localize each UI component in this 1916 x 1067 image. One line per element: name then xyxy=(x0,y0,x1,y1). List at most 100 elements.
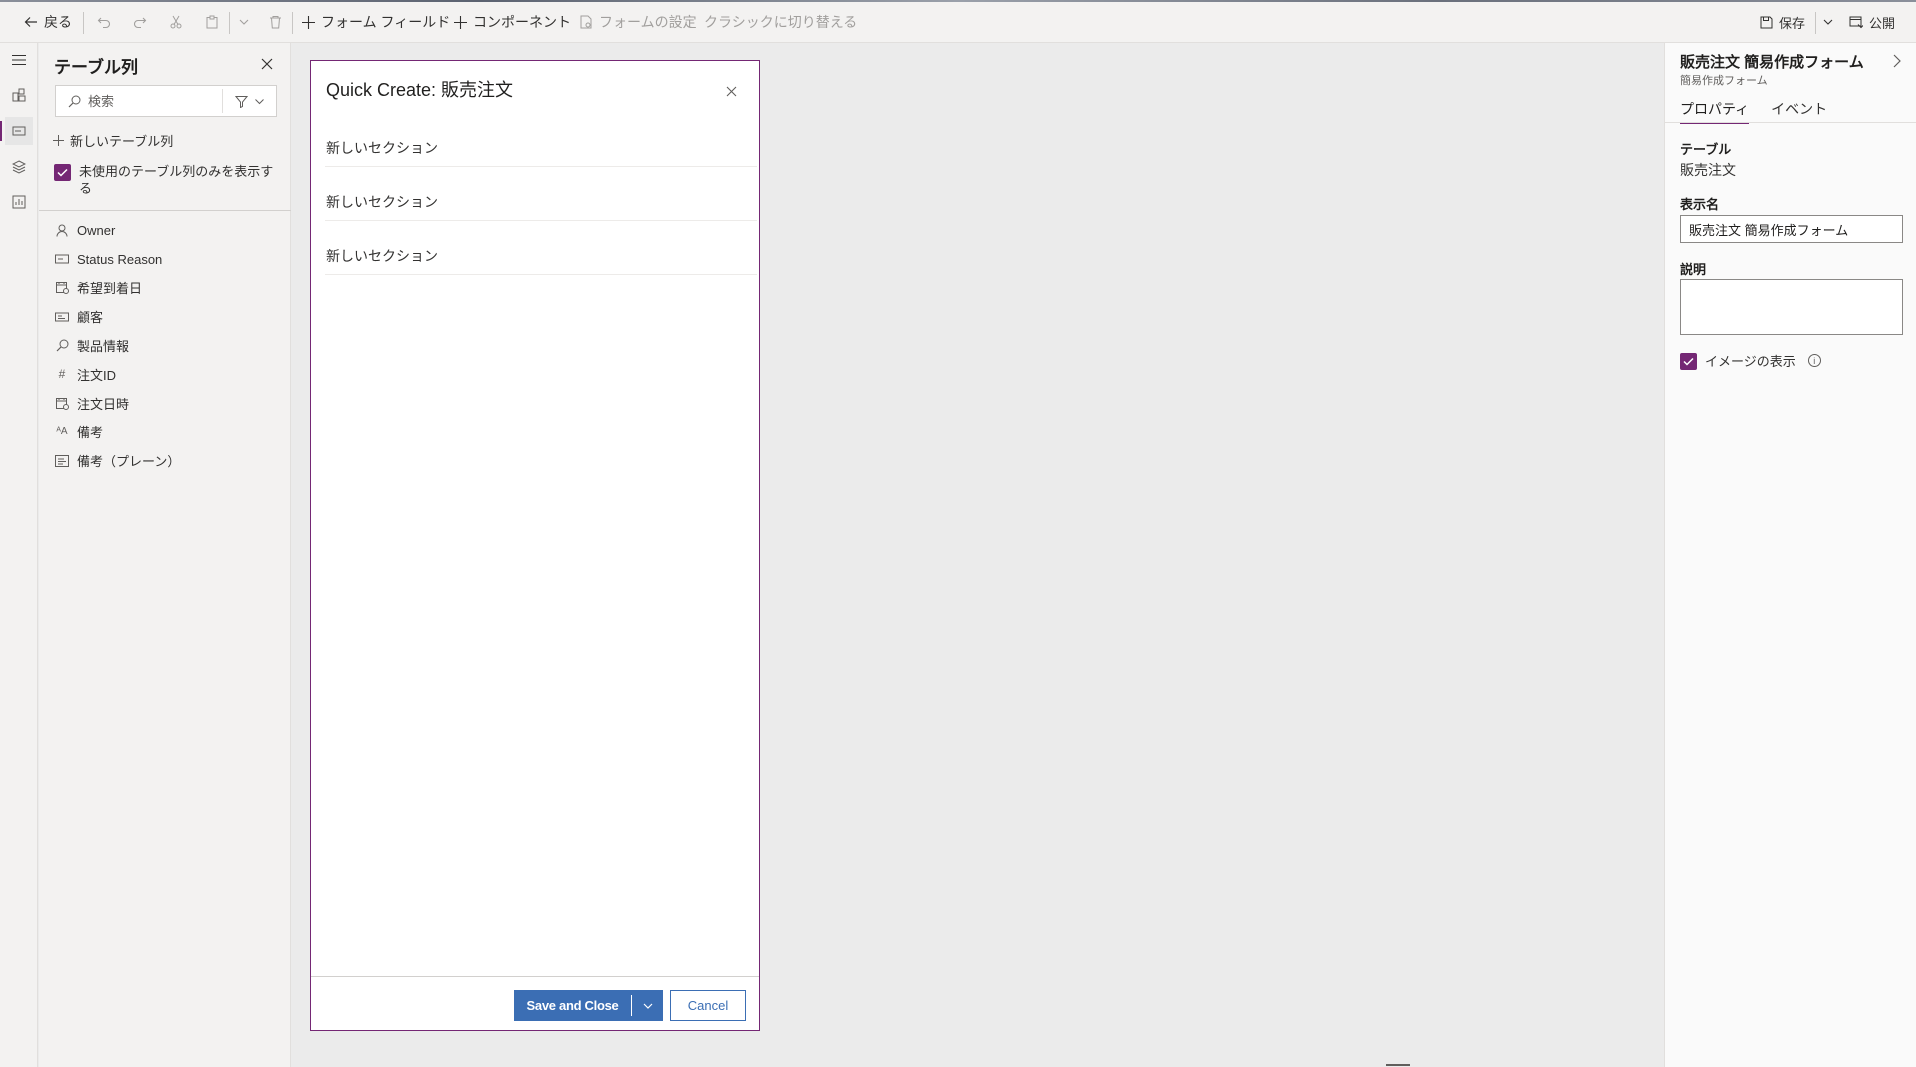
chevron-right-icon xyxy=(1893,54,1901,68)
field-item-notes-plain[interactable]: 備考（プレーン） xyxy=(55,446,285,475)
cancel-button[interactable]: Cancel xyxy=(670,990,746,1021)
field-label: 希望到着日 xyxy=(77,281,143,297)
close-icon xyxy=(261,58,273,70)
form-settings-icon xyxy=(580,15,592,29)
tabs-divider xyxy=(1665,122,1916,123)
field-item-notes[interactable]: ᴬA 備考 xyxy=(55,418,285,447)
toolbar-divider xyxy=(83,12,84,34)
form-section[interactable]: 新しいセクション xyxy=(325,221,757,275)
field-label: 注文日時 xyxy=(77,396,130,412)
menu-button[interactable] xyxy=(5,46,33,74)
quick-create-form[interactable]: Quick Create: 販売注文 新しいセクション 新しいセクション 新しい… xyxy=(310,60,760,1031)
form-section[interactable]: 新しいセクション xyxy=(325,167,757,221)
field-item-customer[interactable]: 顧客 xyxy=(55,302,285,331)
field-label: 顧客 xyxy=(77,310,104,326)
filter-button[interactable] xyxy=(222,89,276,113)
pane-divider xyxy=(39,210,291,211)
tab-properties[interactable]: プロパティ xyxy=(1680,99,1750,124)
components-rail-button[interactable] xyxy=(5,81,33,109)
field-item-owner[interactable]: Owner xyxy=(55,216,285,245)
display-name-input[interactable] xyxy=(1680,215,1903,243)
plus-icon xyxy=(302,15,315,29)
option-set-icon xyxy=(55,252,69,266)
save-options-chevron[interactable] xyxy=(632,1000,663,1012)
search-input[interactable] xyxy=(88,93,218,109)
description-label: 説明 xyxy=(1680,262,1707,277)
properties-tabs: プロパティ イベント xyxy=(1680,99,1827,124)
field-item-order-id[interactable]: # 注文ID xyxy=(55,360,285,389)
field-item-status-reason[interactable]: Status Reason xyxy=(55,245,285,274)
save-button[interactable]: 保存 xyxy=(1760,10,1805,34)
cut-button[interactable] xyxy=(169,10,183,34)
properties-title: 販売注文 簡易作成フォーム xyxy=(1680,54,1864,71)
checkbox-checked[interactable] xyxy=(1680,352,1697,370)
undo-button[interactable] xyxy=(97,10,111,34)
left-rail xyxy=(0,43,38,1067)
delete-button[interactable] xyxy=(269,10,282,34)
plus-icon xyxy=(53,135,64,146)
form-close-button[interactable] xyxy=(723,83,739,99)
toolbar-divider xyxy=(1815,12,1816,34)
collapse-pane-button[interactable] xyxy=(1889,53,1905,69)
description-textarea[interactable] xyxy=(1680,279,1903,335)
tree-view-rail-button[interactable] xyxy=(5,153,33,181)
column-search xyxy=(55,85,277,117)
form-section[interactable]: 新しいセクション xyxy=(325,113,757,167)
publish-label: 公開 xyxy=(1869,15,1896,31)
section-label: 新しいセクション xyxy=(326,248,438,264)
form-field-button[interactable]: フォーム フィールド xyxy=(302,10,450,34)
checkmark-icon xyxy=(57,168,68,177)
component-button[interactable]: コンポーネント xyxy=(454,10,571,34)
components-icon xyxy=(12,88,26,102)
top-banner-strip xyxy=(0,0,1916,2)
table-value: 販売注文 xyxy=(1680,162,1736,178)
component-label: コンポーネント xyxy=(473,14,571,30)
publish-button[interactable]: 公開 xyxy=(1849,10,1895,34)
unused-only-checkbox[interactable]: 未使用のテーブル列のみを表示する xyxy=(54,163,284,197)
undo-icon xyxy=(97,17,111,29)
table-columns-rail-button[interactable] xyxy=(0,117,33,145)
table-columns-pane: テーブル列 新しいテーブル列 未使用のテーブル列のみを表示する Owner St… xyxy=(39,43,291,1067)
switch-to-classic-button[interactable]: クラシックに切り替える xyxy=(704,10,857,34)
form-title: Quick Create: 販売注文 xyxy=(326,80,514,100)
save-and-close-label: Save and Close xyxy=(526,998,619,1013)
new-table-column-button[interactable]: 新しいテーブル列 xyxy=(53,131,173,150)
checkmark-icon xyxy=(1683,357,1694,366)
close-pane-button[interactable] xyxy=(258,55,276,73)
canvas-resize-handle[interactable] xyxy=(1386,1064,1410,1066)
redo-button[interactable] xyxy=(133,10,147,34)
save-options-dropdown[interactable] xyxy=(1822,10,1834,34)
paste-button[interactable] xyxy=(205,10,219,34)
checkbox-checked[interactable] xyxy=(54,164,71,181)
form-field-label: フォーム フィールド xyxy=(321,14,451,30)
save-icon xyxy=(1760,16,1773,28)
show-image-checkbox[interactable]: イメージの表示 i xyxy=(1680,351,1821,370)
info-icon[interactable]: i xyxy=(1807,354,1821,367)
switch-to-classic-label: クラシックに切り替える xyxy=(704,14,858,30)
display-name-label: 表示名 xyxy=(1680,197,1720,212)
chevron-down-icon xyxy=(643,1003,652,1009)
toolbar-divider xyxy=(292,12,293,34)
field-label: 備考 xyxy=(77,425,104,441)
tab-events[interactable]: イベント xyxy=(1771,99,1827,124)
paste-options-dropdown[interactable] xyxy=(238,10,250,34)
field-item-desired-arrival-date[interactable]: 希望到着日 xyxy=(55,274,285,303)
field-item-product-info[interactable]: 製品情報 xyxy=(55,331,285,360)
field-item-order-datetime[interactable]: 注文日時 xyxy=(55,389,285,418)
field-label: Owner xyxy=(77,222,116,238)
scissors-icon xyxy=(170,15,182,29)
form-settings-button[interactable]: フォームの設定 xyxy=(580,10,697,34)
show-image-label: イメージの表示 xyxy=(1705,354,1796,369)
back-button[interactable]: 戻る xyxy=(24,10,72,34)
trash-icon xyxy=(270,16,281,29)
form-libraries-rail-button[interactable] xyxy=(5,188,33,216)
chevron-down-icon xyxy=(239,19,249,25)
properties-subtitle: 簡易作成フォーム xyxy=(1680,75,1768,87)
close-icon xyxy=(726,86,736,96)
section-label: 新しいセクション xyxy=(326,140,438,156)
command-bar: 戻る フォーム フィールド コンポーネント フォームの設定 クラシックに切り替え… xyxy=(0,0,1916,43)
save-and-close-button[interactable]: Save and Close xyxy=(514,990,663,1021)
form-footer-divider xyxy=(311,976,759,977)
library-icon xyxy=(12,195,26,209)
layers-icon xyxy=(12,160,26,174)
